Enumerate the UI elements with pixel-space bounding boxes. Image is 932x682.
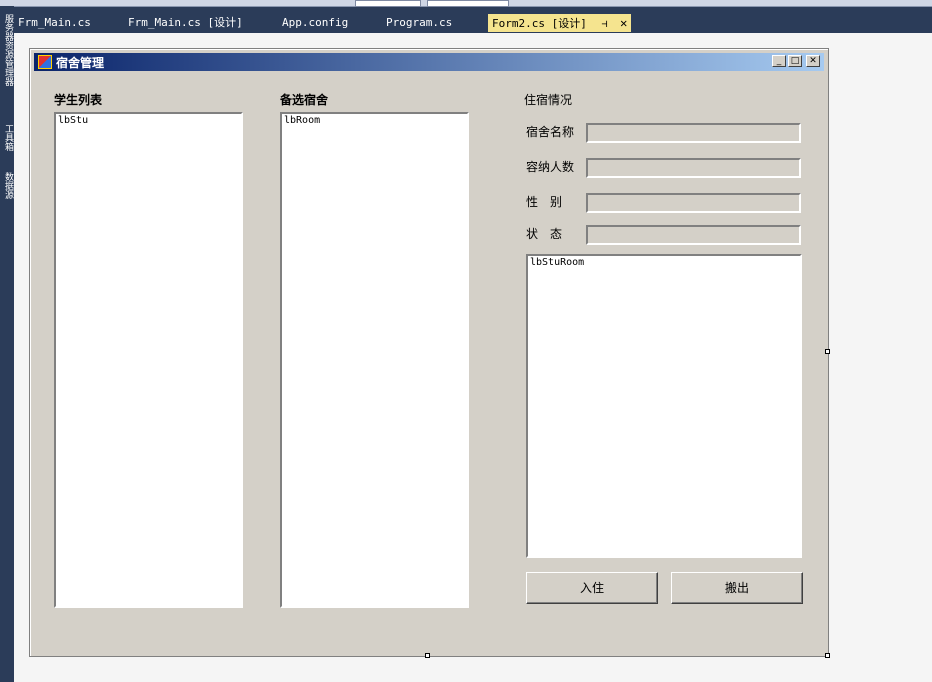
gender-label: 性 别 <box>526 195 563 209</box>
room-name-label: 宿舍名称 <box>526 125 575 139</box>
capacity-field[interactable] <box>586 158 801 178</box>
form-titlebar[interactable]: 宿舍管理 _ □ ✕ <box>34 53 824 71</box>
tab-frm-main-cs[interactable]: Frm_Main.cs <box>18 14 91 32</box>
student-list-label: 学生列表 <box>54 93 103 107</box>
resize-handle-right[interactable] <box>825 349 830 354</box>
tab-app-config[interactable]: App.config <box>282 14 348 32</box>
resize-handle-bottom[interactable] <box>425 653 430 658</box>
side-tab-server-explorer[interactable]: 服务器资源管理器 <box>1 14 13 86</box>
close-button[interactable]: ✕ <box>806 55 820 67</box>
form-app-icon <box>38 55 52 69</box>
maximize-button[interactable]: □ <box>788 55 802 67</box>
room-occupants-listbox[interactable]: lbStuRoom <box>526 254 802 558</box>
info-group-label: 住宿情况 <box>524 93 573 107</box>
tab-form2-design[interactable]: Form2.cs [设计] ⊣ ✕ <box>488 14 632 32</box>
tab-program-cs[interactable]: Program.cs <box>386 14 452 32</box>
close-tab-icon[interactable]: ✕ <box>620 16 627 30</box>
status-label: 状 态 <box>526 227 563 241</box>
room-name-field[interactable] <box>586 123 801 143</box>
tab-frm-main-design[interactable]: Frm_Main.cs [设计] <box>128 14 243 32</box>
student-listbox[interactable]: lbStu <box>54 112 243 608</box>
room-listbox[interactable]: lbRoom <box>280 112 469 608</box>
ide-side-panel: 服务器资源管理器 工具箱 数据源 <box>0 6 14 682</box>
list-item[interactable]: lbStuRoom <box>530 257 798 268</box>
room-list-label: 备选宿舍 <box>280 93 329 107</box>
toolbar-combo-2[interactable] <box>427 0 509 7</box>
side-tab-data-sources[interactable]: 数据源 <box>1 172 13 199</box>
capacity-label: 容纳人数 <box>526 160 575 174</box>
ide-toolbar <box>0 0 932 7</box>
list-item[interactable]: lbRoom <box>284 115 465 126</box>
dorm-form[interactable]: 宿舍管理 _ □ ✕ 学生列表 lbStu 备选宿舍 lbRoom 住宿情况 宿… <box>29 48 829 657</box>
checkin-button[interactable]: 入住 <box>526 572 658 604</box>
status-field[interactable] <box>586 225 801 245</box>
resize-handle-corner[interactable] <box>825 653 830 658</box>
toolbar-combo-1[interactable] <box>355 0 421 7</box>
side-tab-toolbox[interactable]: 工具箱 <box>1 124 13 151</box>
pin-icon[interactable]: ⊣ <box>601 19 607 30</box>
checkout-button[interactable]: 搬出 <box>671 572 803 604</box>
list-item[interactable]: lbStu <box>58 115 239 126</box>
form-title: 宿舍管理 <box>56 56 105 70</box>
minimize-button[interactable]: _ <box>772 55 786 67</box>
gender-field[interactable] <box>586 193 801 213</box>
